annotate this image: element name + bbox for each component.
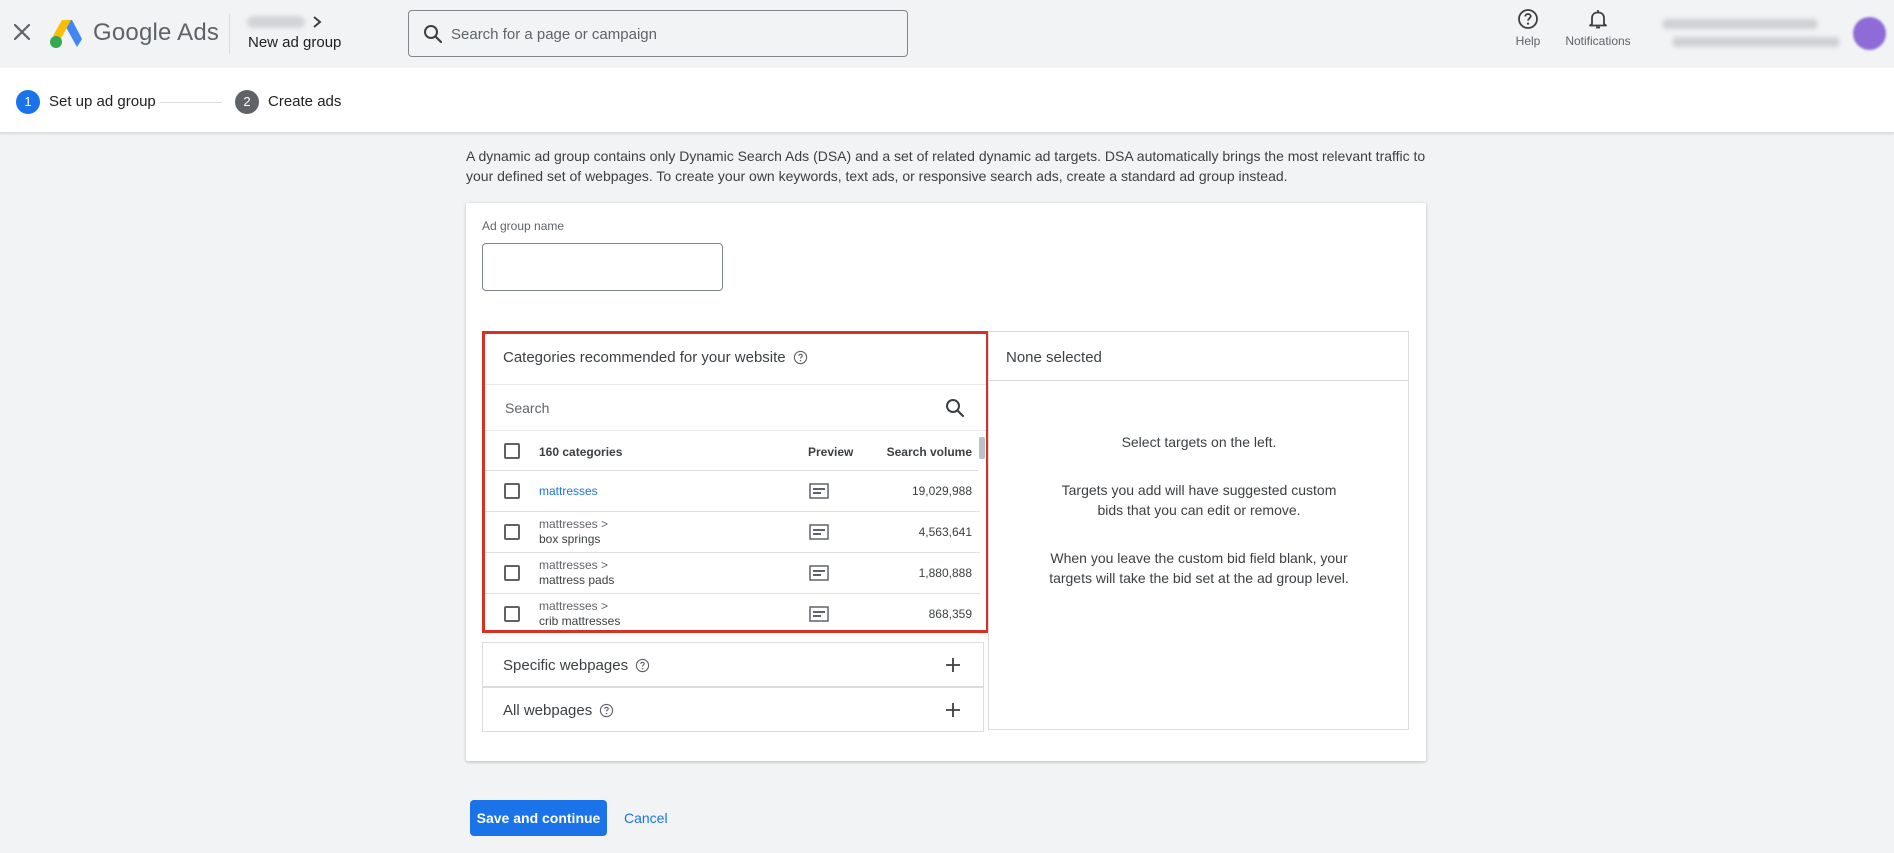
stepper: 1 Set up ad group 2 Create ads — [0, 68, 1894, 133]
categories-title-text: Categories recommended for your website — [503, 349, 786, 366]
search-volume-value: 868,359 — [928, 607, 972, 621]
category-child: box springs — [539, 532, 601, 546]
categories-panel-title: Categories recommended for your website — [503, 349, 808, 366]
breadcrumb-account[interactable] — [247, 16, 305, 28]
cancel-button[interactable]: Cancel — [624, 810, 668, 826]
save-and-continue-button[interactable]: Save and continue — [470, 800, 607, 836]
categories-search[interactable] — [485, 384, 986, 431]
empty-state-message: Targets you add will have suggested cust… — [1061, 482, 1337, 518]
search-volume-value: 1,880,888 — [918, 566, 972, 580]
table-row: mattresses > box springs 4,563,641 — [485, 512, 980, 553]
preview-icon[interactable] — [809, 524, 829, 540]
search-volume-value: 4,563,641 — [918, 525, 972, 539]
chevron-right-icon — [313, 16, 322, 28]
table-row: mattresses 19,029,988 — [485, 471, 980, 512]
category-name: mattresses > crib mattresses — [539, 599, 620, 629]
category-child: mattress pads — [539, 573, 615, 587]
table-row: mattresses > mattress pads 1,880,888 — [485, 553, 980, 594]
specific-webpages-label: Specific webpages — [503, 657, 650, 674]
intro-description: A dynamic ad group contains only Dynamic… — [466, 148, 1426, 184]
all-webpages-text: All webpages — [503, 702, 593, 719]
plus-icon[interactable] — [945, 657, 961, 673]
close-icon[interactable] — [10, 20, 34, 44]
category-name: mattresses > box springs — [539, 517, 608, 547]
category-child: crib mattresses — [539, 614, 621, 628]
notifications-label: Notifications — [1565, 34, 1631, 48]
search-icon[interactable] — [944, 397, 966, 419]
account-email-redacted — [1672, 37, 1840, 47]
categories-panel: Categories recommended for your website … — [482, 331, 989, 633]
top-app-bar: Google Ads New ad group Help Notificatio… — [0, 0, 1894, 68]
page-title: New ad group — [248, 34, 342, 51]
row-checkbox[interactable] — [504, 524, 520, 540]
preview-icon[interactable] — [809, 483, 829, 499]
selected-targets-title: None selected — [1006, 349, 1102, 366]
row-checkbox[interactable] — [504, 606, 520, 622]
plus-icon[interactable] — [945, 702, 961, 718]
search-volume-column-header[interactable]: Search volume — [887, 445, 972, 459]
category-parent: mattresses > — [539, 558, 609, 572]
ad-group-name-label: Ad group name — [482, 219, 565, 233]
search-volume-value: 19,029,988 — [911, 484, 972, 498]
categories-count: 160 categories — [539, 445, 623, 459]
stepper-connector — [160, 102, 222, 103]
global-search[interactable] — [408, 10, 908, 57]
step-2-label[interactable]: Create ads — [268, 93, 341, 110]
category-name: mattresses > mattress pads — [539, 558, 614, 588]
specific-webpages-text: Specific webpages — [503, 657, 629, 674]
brand-name: Google Ads — [93, 19, 220, 46]
all-webpages-expander[interactable]: All webpages — [482, 687, 984, 732]
ad-group-card: Ad group name Categories recommended for… — [466, 203, 1426, 761]
help-outline-icon[interactable] — [635, 658, 650, 673]
all-webpages-label: All webpages — [503, 702, 614, 719]
empty-state-message: When you leave the custom bid field blan… — [1049, 550, 1349, 586]
ad-group-name-input[interactable] — [482, 243, 723, 291]
panel-divider — [989, 380, 1408, 381]
header-divider — [229, 14, 230, 54]
global-search-input[interactable] — [451, 23, 891, 45]
categories-search-input[interactable] — [505, 398, 925, 418]
help-outline-icon[interactable] — [599, 703, 614, 718]
categories-table-header: 160 categories Preview Search volume — [485, 431, 980, 471]
category-parent: mattresses > — [539, 517, 609, 531]
account-name-redacted — [1662, 19, 1818, 29]
row-checkbox[interactable] — [504, 483, 520, 499]
step-1-label[interactable]: Set up ad group — [49, 93, 156, 110]
scrollbar-thumb[interactable] — [979, 437, 985, 459]
help-label: Help — [1515, 34, 1541, 48]
category-parent: mattresses > — [539, 599, 609, 613]
step-2-number[interactable]: 2 — [235, 90, 259, 114]
empty-state-message: Select targets on the left. — [1121, 434, 1277, 450]
google-ads-logo-icon — [50, 20, 82, 48]
select-all-checkbox[interactable] — [504, 443, 520, 459]
category-name: mattresses — [539, 484, 598, 499]
help-outline-icon[interactable] — [793, 350, 808, 365]
help-icon — [1518, 9, 1538, 29]
table-row: mattresses > crib mattresses 868,359 — [485, 594, 980, 635]
search-icon — [424, 25, 443, 44]
avatar[interactable] — [1853, 17, 1886, 50]
selected-targets-panel: None selected Select targets on the left… — [988, 331, 1409, 730]
step-1-number[interactable]: 1 — [16, 90, 40, 114]
category-link[interactable]: mattresses — [539, 484, 598, 498]
help-button[interactable]: Help — [1505, 8, 1551, 48]
preview-column-header: Preview — [808, 445, 854, 459]
row-checkbox[interactable] — [504, 565, 520, 581]
specific-webpages-expander[interactable]: Specific webpages — [482, 642, 984, 687]
preview-icon[interactable] — [809, 565, 829, 581]
notifications-button[interactable]: Notifications — [1557, 8, 1639, 48]
preview-icon[interactable] — [809, 606, 829, 622]
bell-icon — [1589, 10, 1607, 29]
